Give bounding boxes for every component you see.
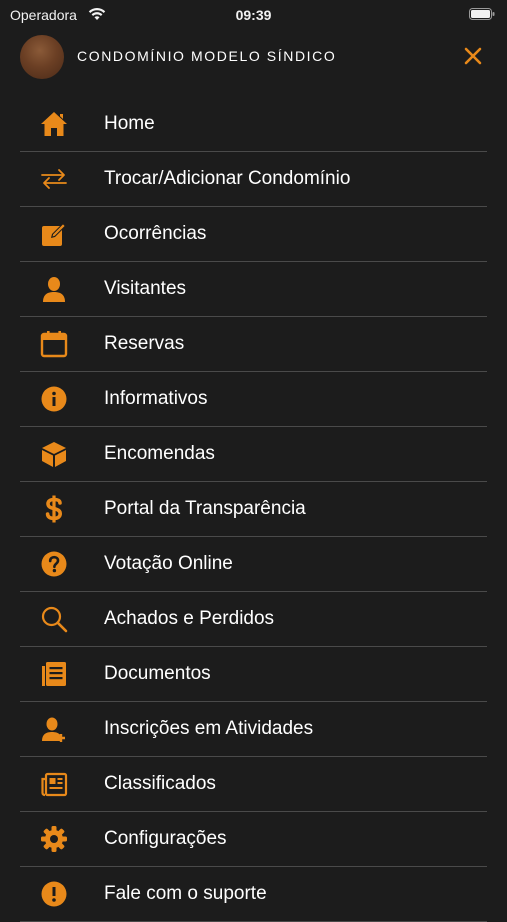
support-icon [39,879,69,909]
menu-item-label: Documentos [104,663,211,684]
gear-icon [39,824,69,854]
menu-item-label: Classificados [104,773,216,794]
menu-item-label: Portal da Transparência [104,498,306,519]
menu-item-reservations[interactable]: Reservas [20,317,487,372]
avatar[interactable] [20,35,64,79]
menu-item-newsletters[interactable]: Informativos [20,372,487,427]
menu-item-occurrences[interactable]: Ocorrências [20,207,487,262]
menu-item-label: Visitantes [104,278,187,299]
newspaper-icon [39,769,69,799]
menu-item-label: Encomendas [104,443,215,464]
menu-item-visitors[interactable]: Visitantes [20,262,487,317]
status-time: 09:39 [235,7,272,23]
menu-item-label: Fale com o suporte [104,883,267,904]
menu-item-packages[interactable]: Encomendas [20,427,487,482]
menu-item-label: Achados e Perdidos [104,608,275,629]
menu-item-settings[interactable]: Configurações [20,812,487,867]
menu-item-activity-signups[interactable]: Inscrições em Atividades [20,702,487,757]
package-icon [39,439,69,469]
menu-item-switch-condominium[interactable]: Trocar/Adicionar Condomínio [20,152,487,207]
dollar-icon [39,494,69,524]
menu-item-documents[interactable]: Documentos [20,647,487,702]
menu-item-label: Configurações [104,828,227,849]
menu-item-label: Reservas [104,333,185,354]
menu-item-online-voting[interactable]: Votação Online [20,537,487,592]
menu-item-home[interactable]: Home [20,97,487,152]
menu-item-lost-and-found[interactable]: Achados e Perdidos [20,592,487,647]
side-menu: Home Trocar/Adicionar Condomínio Ocorrên… [20,97,487,922]
battery-icon [469,8,495,20]
swap-arrows-icon [39,164,69,194]
person-icon [39,274,69,304]
document-icon [39,659,69,689]
condominium-title: CONDOMÍNIO MODELO SÍNDICO [77,48,337,64]
status-bar: Operadora 09:39 [0,0,507,28]
menu-item-label: Ocorrências [104,223,207,244]
menu-item-label: Votação Online [104,553,233,574]
menu-item-transparency-portal[interactable]: Portal da Transparência [20,482,487,537]
menu-item-support[interactable]: Fale com o suporte [20,867,487,922]
menu-item-label: Home [104,113,155,134]
home-icon [39,109,69,139]
menu-item-label: Informativos [104,388,208,409]
calendar-icon [39,329,69,359]
menu-item-label: Trocar/Adicionar Condomínio [104,168,351,189]
info-icon [39,384,69,414]
person-add-icon [39,714,69,744]
question-icon [39,549,69,579]
close-icon[interactable] [459,42,487,70]
drawer-header: CONDOMÍNIO MODELO SÍNDICO [0,28,507,86]
edit-note-icon [39,219,69,249]
search-icon [39,604,69,634]
menu-item-label: Inscrições em Atividades [104,718,314,739]
menu-item-classifieds[interactable]: Classificados [20,757,487,812]
